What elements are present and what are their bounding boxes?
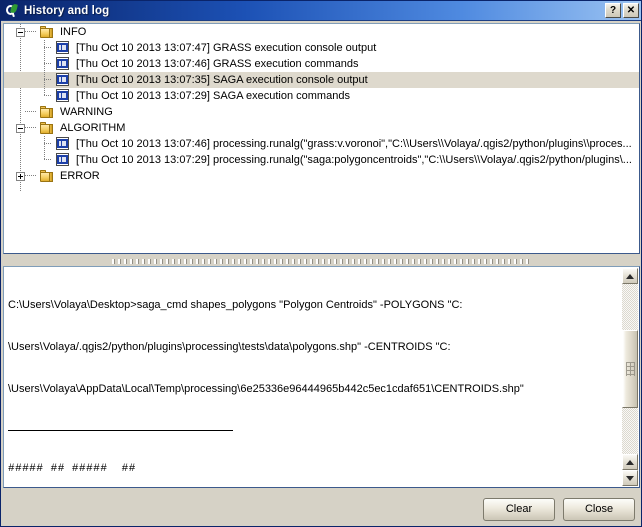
folder-icon <box>39 105 55 119</box>
tree-elbow <box>25 120 39 136</box>
log-entry-icon <box>55 89 71 103</box>
tree-elbow <box>25 24 39 40</box>
log-entry-icon <box>55 137 71 151</box>
scroll-up-button[interactable] <box>622 268 638 284</box>
scrollbar-grip-icon <box>626 362 635 376</box>
chevron-down-icon <box>626 475 634 481</box>
tree-item[interactable]: [Thu Oct 10 2013 13:07:46] GRASS executi… <box>4 56 639 72</box>
help-button[interactable]: ? <box>605 3 621 18</box>
tree-group-algorithm[interactable]: ALGORITHM <box>4 120 639 136</box>
tree-branch-line <box>37 56 51 72</box>
scroll-down-button[interactable] <box>622 470 638 486</box>
tree-item-selected[interactable]: [Thu Oct 10 2013 13:07:35] SAGA executio… <box>4 72 639 88</box>
chevron-up-icon <box>626 273 634 279</box>
folder-icon <box>39 169 55 183</box>
tree-item[interactable]: [Thu Oct 10 2013 13:07:46] processing.ru… <box>4 136 639 152</box>
tree-elbow <box>25 168 39 184</box>
tree-branch-line <box>37 136 51 152</box>
tree-branch-line <box>37 40 51 56</box>
tree-item-label: [Thu Oct 10 2013 13:07:29] SAGA executio… <box>76 90 350 102</box>
tree-item-label: [Thu Oct 10 2013 13:07:46] processing.ru… <box>76 138 632 150</box>
splitter-grip <box>111 259 532 264</box>
tree-branch-line <box>37 88 51 104</box>
log-entry-icon <box>55 73 71 87</box>
collapse-icon[interactable] <box>16 123 25 133</box>
tree-item-label: [Thu Oct 10 2013 13:07:47] GRASS executi… <box>76 42 377 54</box>
chevron-up-icon <box>626 459 634 465</box>
log-entry-icon <box>55 57 71 71</box>
tree-group-warning[interactable]: WARNING <box>4 104 639 120</box>
close-button[interactable]: ✕ <box>623 3 639 18</box>
tree-group-info[interactable]: INFO <box>4 24 639 40</box>
tree-item[interactable]: [Thu Oct 10 2013 13:07:47] GRASS executi… <box>4 40 639 56</box>
folder-icon <box>39 25 55 39</box>
qgis-icon <box>5 3 20 18</box>
tree-branch-line <box>37 72 51 88</box>
tree-item-label: [Thu Oct 10 2013 13:07:35] SAGA executio… <box>76 74 368 86</box>
log-command-line: C:\Users\Volaya\Desktop>saga_cmd shapes_… <box>8 299 463 311</box>
log-output-text: C:\Users\Volaya\Desktop>saga_cmd shapes_… <box>8 270 619 487</box>
saga-banner-line: ##### ## ##### ## <box>8 463 136 475</box>
scroll-up-button-secondary[interactable] <box>622 454 638 470</box>
expand-icon[interactable] <box>16 171 25 181</box>
history-and-log-dialog: History and log ? ✕ INFO [Thu Oct 10 201… <box>0 0 642 527</box>
log-output-panel[interactable]: C:\Users\Volaya\Desktop>saga_cmd shapes_… <box>3 266 640 488</box>
close-button-bottom[interactable]: Close <box>563 497 635 521</box>
dialog-client-area: INFO [Thu Oct 10 2013 13:07:47] GRASS ex… <box>1 21 641 526</box>
tree-group-label: ALGORITHM <box>60 122 126 134</box>
panel-splitter[interactable] <box>3 257 640 266</box>
log-entry-icon <box>55 153 71 167</box>
tree-item[interactable]: [Thu Oct 10 2013 13:07:29] processing.ru… <box>4 152 639 168</box>
tree-group-error[interactable]: ERROR <box>4 168 639 184</box>
window-title: History and log <box>24 4 110 17</box>
title-bar[interactable]: History and log ? ✕ <box>1 1 641 21</box>
log-command-line: \Users\Volaya\AppData\Local\Temp\process… <box>8 383 524 395</box>
tree-elbow <box>25 104 39 120</box>
tree-group-label: INFO <box>60 26 87 38</box>
log-divider <box>8 430 233 431</box>
log-command-line: \Users\Volaya/.qgis2/python/plugins\proc… <box>8 341 451 353</box>
scrollbar-thumb[interactable] <box>622 330 638 408</box>
log-vertical-scrollbar[interactable] <box>622 268 638 486</box>
dialog-button-bar: Clear Close <box>1 497 635 521</box>
tree-item-label: [Thu Oct 10 2013 13:07:29] processing.ru… <box>76 154 632 166</box>
log-tree[interactable]: INFO [Thu Oct 10 2013 13:07:47] GRASS ex… <box>3 23 640 254</box>
folder-icon <box>39 121 55 135</box>
clear-button[interactable]: Clear <box>483 497 555 521</box>
tree-item[interactable]: [Thu Oct 10 2013 13:07:29] SAGA executio… <box>4 88 639 104</box>
tree-group-label: ERROR <box>60 170 100 182</box>
collapse-icon[interactable] <box>16 27 25 37</box>
tree-branch-line <box>37 152 51 168</box>
log-entry-icon <box>55 41 71 55</box>
tree-item-label: [Thu Oct 10 2013 13:07:46] GRASS executi… <box>76 58 359 70</box>
tree-group-label: WARNING <box>60 106 113 118</box>
